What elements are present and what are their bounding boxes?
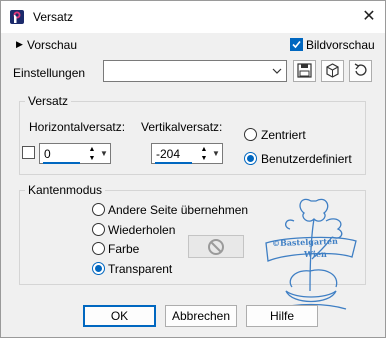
floppy-disk-icon xyxy=(297,63,312,78)
horizontal-offset-label: Horizontalversatz: xyxy=(29,120,126,134)
settings-label: Einstellungen xyxy=(13,66,86,80)
save-preset-button[interactable] xyxy=(293,60,316,82)
reset-arrow-icon xyxy=(354,63,367,76)
preview-toggle-label[interactable]: Vorschau xyxy=(27,38,77,52)
no-sign-icon xyxy=(208,239,224,255)
bildvorschau-checkbox[interactable] xyxy=(290,38,303,51)
triangle-right-icon[interactable]: ▶ xyxy=(16,39,23,50)
paintshop-app-icon xyxy=(10,10,24,24)
load-preset-button[interactable] xyxy=(321,60,344,82)
cube-icon xyxy=(326,63,339,78)
dropdown-arrow-icon[interactable]: ▼ xyxy=(99,145,109,163)
help-button[interactable]: Hilfe xyxy=(246,305,318,327)
edge-option-repeat-label[interactable]: Wiederholen xyxy=(108,223,175,237)
link-checkbox[interactable] xyxy=(22,146,35,159)
spin-up-icon[interactable]: ▲ xyxy=(86,145,98,154)
offset-group-title: Versatz xyxy=(25,94,72,108)
edge-option-transparent-radio[interactable] xyxy=(92,262,105,275)
input-focus-underline xyxy=(155,162,192,164)
close-icon[interactable]: ✕ xyxy=(361,9,377,25)
edge-mode-group-title: Kantenmodus xyxy=(25,183,106,197)
chevron-down-icon[interactable] xyxy=(272,68,282,74)
ok-button[interactable]: OK xyxy=(83,305,156,327)
spin-down-icon[interactable]: ▼ xyxy=(86,154,98,163)
dialog-window: Versatz ✕ ▶ Vorschau Bildvorschau Einste… xyxy=(0,0,386,338)
horizontal-spin-arrows[interactable]: ▲ ▼ xyxy=(86,145,98,163)
settings-combo[interactable] xyxy=(103,60,287,82)
vertical-offset-input[interactable]: -204 ▲ ▼ ▼ xyxy=(151,143,223,164)
horizontal-offset-input[interactable]: 0 ▲ ▼ ▼ xyxy=(39,143,111,164)
edge-option-color-radio[interactable] xyxy=(92,242,105,255)
horizontal-offset-value: 0 xyxy=(44,147,51,161)
custom-label[interactable]: Benutzerdefiniert xyxy=(261,152,352,166)
edge-option-transparent-label[interactable]: Transparent xyxy=(108,262,172,276)
edge-option-color-label[interactable]: Farbe xyxy=(108,242,139,256)
reset-preset-button[interactable] xyxy=(349,60,372,82)
checkmark-icon xyxy=(292,40,301,49)
color-swatch-disabled xyxy=(188,235,244,258)
bildvorschau-label[interactable]: Bildvorschau xyxy=(306,38,375,52)
spin-down-icon[interactable]: ▼ xyxy=(198,154,210,163)
watermark-line2: Wien xyxy=(304,249,327,259)
window-title: Versatz xyxy=(33,10,74,24)
edge-option-wrap-radio[interactable] xyxy=(92,203,105,216)
cancel-button[interactable]: Abbrechen xyxy=(165,305,237,327)
title-bar[interactable]: Versatz ✕ xyxy=(1,1,385,33)
dropdown-arrow-icon[interactable]: ▼ xyxy=(211,145,221,163)
centered-radio[interactable] xyxy=(244,128,257,141)
vertical-spin-arrows[interactable]: ▲ ▼ xyxy=(198,145,210,163)
centered-label[interactable]: Zentriert xyxy=(261,128,306,142)
spin-up-icon[interactable]: ▲ xyxy=(198,145,210,154)
custom-radio[interactable] xyxy=(244,152,257,165)
input-focus-underline xyxy=(43,162,80,164)
vertical-offset-value: -204 xyxy=(156,147,181,161)
edge-option-repeat-radio[interactable] xyxy=(92,223,105,236)
edge-option-wrap-label[interactable]: Andere Seite übernehmen xyxy=(108,203,248,217)
vertical-offset-label: Vertikalversatz: xyxy=(141,120,223,134)
